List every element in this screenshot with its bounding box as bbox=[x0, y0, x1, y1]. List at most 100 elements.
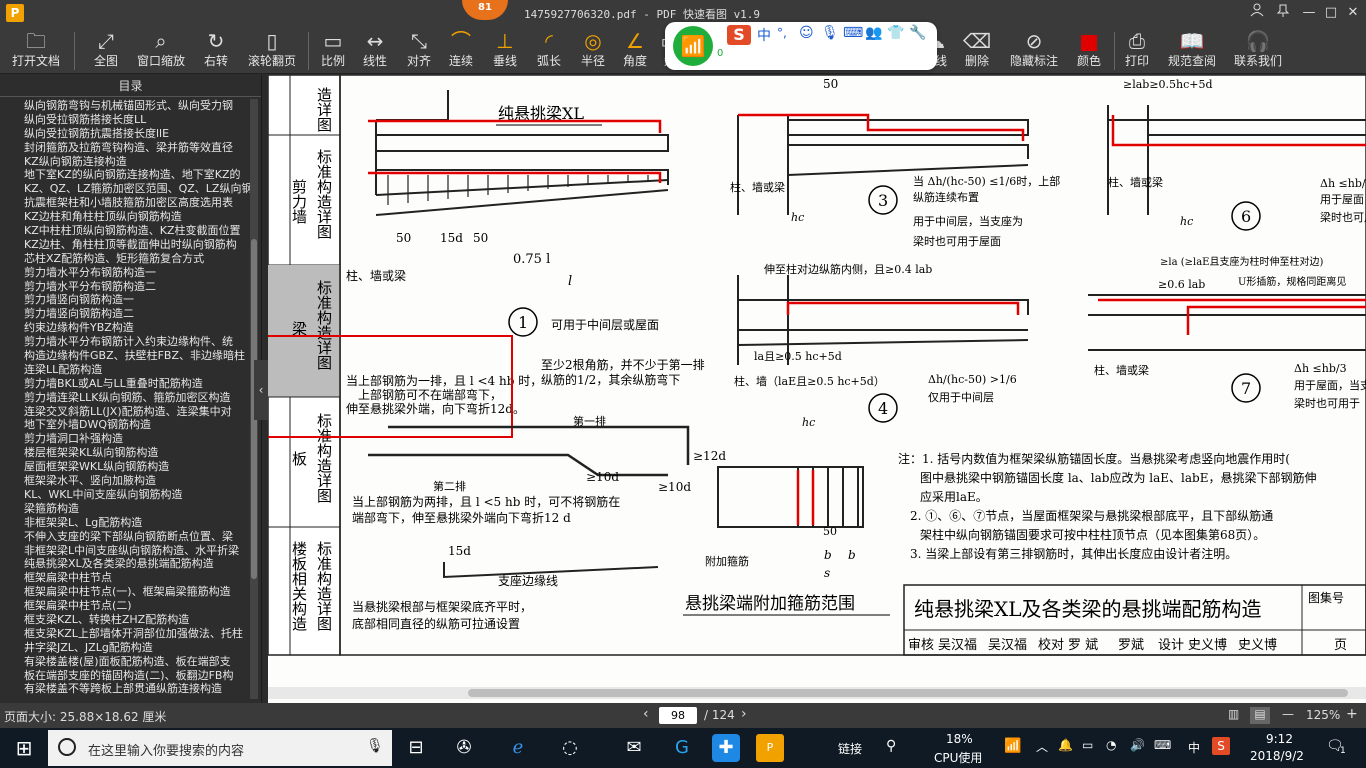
toc-item[interactable]: 剪力墙竖向钢筋构造二 bbox=[0, 307, 250, 321]
zoom-in-button[interactable]: + bbox=[1346, 706, 1358, 722]
wifi-tray-icon[interactable]: 📶 bbox=[1004, 738, 1021, 754]
toc-item[interactable]: 剪力墙连梁LLK纵向钢筋、箍筋加密区构造 bbox=[0, 391, 250, 405]
bell-icon[interactable]: 🔔 bbox=[1058, 738, 1073, 752]
toc-item[interactable]: KZ边柱和角柱柱顶纵向钢筋构造 bbox=[0, 210, 250, 224]
close-button[interactable]: ✕ bbox=[1342, 3, 1364, 23]
task-view-icon[interactable]: ⊟ bbox=[402, 734, 430, 762]
angle-button[interactable]: ∠ 角度 bbox=[618, 28, 652, 72]
toc-item[interactable]: 剪力墙洞口补强构造 bbox=[0, 432, 250, 446]
next-page-button[interactable]: › bbox=[741, 706, 747, 722]
toc-item[interactable]: 剪力墙水平分布钢筋构造一 bbox=[0, 266, 250, 280]
toc-item[interactable]: 抗震框架柱和小墙肢箍筋加密区高度选用表 bbox=[0, 196, 250, 210]
windows-start-icon[interactable]: ⊞ bbox=[10, 734, 38, 762]
page-number-input[interactable]: 98 bbox=[659, 707, 697, 724]
toc-item[interactable]: 梁箍筋构造 bbox=[0, 502, 250, 516]
sogou-icon[interactable]: S bbox=[727, 25, 751, 45]
toc-item[interactable]: 剪力墙水平分布钢筋构造二 bbox=[0, 280, 250, 294]
single-page-icon[interactable]: ▥ bbox=[1228, 707, 1239, 721]
align-button[interactable]: ⤡ 对齐 bbox=[402, 28, 436, 72]
toc-item[interactable]: 有梁楼盖不等跨板上部贯通纵筋连接构造 bbox=[0, 682, 250, 696]
collapse-sidebar-button[interactable]: ‹ bbox=[254, 360, 268, 420]
perpendicular-button[interactable]: ⊥ 垂线 bbox=[488, 28, 522, 72]
minimize-button[interactable]: — bbox=[1298, 3, 1320, 23]
volume-icon[interactable]: 🔊 bbox=[1130, 738, 1145, 752]
toc-item[interactable]: 楼层框架梁KL纵向钢筋构造 bbox=[0, 446, 250, 460]
open-doc-button[interactable]: 🗀 打开文档 bbox=[8, 28, 64, 72]
toc-item[interactable]: 纵向钢筋弯钩与机械锚固形式、纵向受力钢 bbox=[0, 99, 250, 113]
network-icon[interactable]: ◔ bbox=[1106, 738, 1116, 752]
app-g-icon[interactable]: G bbox=[668, 734, 696, 762]
link-label[interactable]: 链接 bbox=[838, 740, 862, 757]
toc-item[interactable]: 屋面框架梁WKL纵向钢筋构造 bbox=[0, 460, 250, 474]
taskbar-search[interactable]: 在这里输入你要搜索的内容 🎙 bbox=[48, 730, 392, 766]
scroll-page-button[interactable]: ▯ 滚轮翻页 bbox=[244, 28, 300, 72]
print-button[interactable]: ⎙ 打印 bbox=[1120, 28, 1154, 72]
toc-item[interactable]: 连梁LL配筋构造 bbox=[0, 363, 250, 377]
zoom-out-button[interactable]: — bbox=[1282, 707, 1294, 721]
color-button[interactable]: 颜色 bbox=[1072, 28, 1106, 72]
arc-length-button[interactable]: ◜ 弧长 bbox=[532, 28, 566, 72]
toc-item[interactable]: 框架扁梁中柱节点(一)、框架扁梁箍筋构造 bbox=[0, 585, 250, 599]
delete-button[interactable]: ⌫ 删除 bbox=[960, 28, 994, 72]
toc-item[interactable]: 构造边缘构件GBZ、扶壁柱FBZ、非边缘暗柱 bbox=[0, 349, 250, 363]
browser-icon[interactable]: ◌ bbox=[556, 734, 584, 762]
scale-button[interactable]: ▭ 比例 bbox=[316, 28, 350, 72]
app-cross-icon[interactable]: ✚ bbox=[712, 734, 740, 762]
people-icon[interactable]: 👥 bbox=[865, 25, 882, 41]
notification-badge[interactable]: 81 bbox=[462, 0, 508, 20]
toc-item[interactable]: 纯悬挑梁XL及各类梁的悬挑端配筋构造 bbox=[0, 557, 250, 571]
maximize-button[interactable]: □ bbox=[1320, 3, 1342, 23]
smiley-icon[interactable]: ☺ bbox=[799, 25, 814, 41]
toc-item[interactable]: 井字梁JZL、JZLg配筋构造 bbox=[0, 641, 250, 655]
toc-item[interactable]: 框架扁梁中柱节点 bbox=[0, 571, 250, 585]
wrench-icon[interactable]: 🔧 bbox=[909, 25, 926, 41]
toc-item[interactable]: 纵向受拉钢筋抗震搭接长度llE bbox=[0, 127, 250, 141]
fan-app-icon[interactable]: ✇ bbox=[450, 734, 478, 762]
chevron-up-icon[interactable]: ︿ bbox=[1036, 738, 1048, 755]
keyboard-tray-icon[interactable]: ⌨ bbox=[1154, 738, 1171, 752]
sogou-tray-icon[interactable]: S bbox=[1212, 737, 1230, 755]
ie-icon[interactable]: ℯ bbox=[504, 734, 532, 762]
h-scroll-thumb[interactable] bbox=[468, 689, 1348, 697]
prev-page-button[interactable]: ‹ bbox=[643, 706, 649, 722]
people-icon[interactable]: ⚲ bbox=[886, 738, 896, 754]
pin-icon[interactable] bbox=[1272, 3, 1294, 23]
toc-item[interactable]: 地下室外墙DWQ钢筋构造 bbox=[0, 418, 250, 432]
full-view-button[interactable]: ⤢ 全图 bbox=[86, 28, 126, 72]
toc-item[interactable]: 封闭箍筋及拉筋弯钩构造、梁并筋等效直径 bbox=[0, 141, 250, 155]
continuous-button[interactable]: ⌒ 连续 bbox=[444, 28, 478, 72]
toc-item[interactable]: 剪力墙竖向钢筋构造一 bbox=[0, 293, 250, 307]
toc-item[interactable]: 非框架梁L、Lg配筋构造 bbox=[0, 516, 250, 530]
toc-item[interactable]: 不伸入支座的梁下部纵向钢筋断点位置、梁 bbox=[0, 530, 250, 544]
window-zoom-button[interactable]: ⌕ 窗口缩放 bbox=[134, 28, 188, 72]
contact-button[interactable]: 🎧 联系我们 bbox=[1230, 28, 1286, 72]
linear-button[interactable]: ↔ 线性 bbox=[358, 28, 392, 72]
toc-item[interactable]: KL、WKL中间支座纵向钢筋构造 bbox=[0, 488, 250, 502]
person-icon[interactable] bbox=[1246, 3, 1268, 23]
continuous-page-icon[interactable]: ▤ bbox=[1250, 707, 1270, 724]
toc-item[interactable]: 有梁楼盖楼(屋)面板配筋构造、板在端部支 bbox=[0, 655, 250, 669]
toc-item[interactable]: 框支梁KZL、转换柱ZHZ配筋构造 bbox=[0, 613, 250, 627]
toc-item[interactable]: 框架扁梁中柱节点(二) bbox=[0, 599, 250, 613]
toc-item[interactable]: KZ边柱、角柱柱顶等截面伸出时纵向钢筋构 bbox=[0, 238, 250, 252]
toc-item[interactable]: 芯柱XZ配筋构造、矩形箍筋复合方式 bbox=[0, 252, 250, 266]
radius-button[interactable]: ◎ 半径 bbox=[576, 28, 610, 72]
toc-item[interactable]: 框架梁水平、竖向加腋构造 bbox=[0, 474, 250, 488]
ime-tray[interactable]: 中 bbox=[1188, 739, 1200, 756]
microphone-icon[interactable]: 🎙 bbox=[366, 738, 384, 754]
pdf-page[interactable]: 造详图 剪力墙 标准构造详图 梁 标准构造详图 板 标准构造详图 楼板相关构造 … bbox=[268, 75, 1366, 703]
pdf-app-icon[interactable]: P bbox=[756, 734, 784, 762]
rotate-right-button[interactable]: ↻ 右转 bbox=[196, 28, 236, 72]
shirt-icon[interactable]: 👕 bbox=[887, 25, 904, 41]
toc-item[interactable]: 剪力墙水平分布钢筋计入约束边缘构件、统 bbox=[0, 335, 250, 349]
toc-item[interactable]: 框支梁KZL上部墙体开洞部位加强做法、托柱 bbox=[0, 627, 250, 641]
spec-query-button[interactable]: 📖 规范查阅 bbox=[1164, 28, 1220, 72]
toc-item[interactable]: 板在端部支座的锚固构造(二)、板翻边FB构 bbox=[0, 669, 250, 683]
toc-item[interactable]: 地下室KZ的纵向钢筋连接构造、地下室KZ的 bbox=[0, 168, 250, 182]
hide-annotation-button[interactable]: ⊘ 隐藏标注 bbox=[1004, 28, 1064, 72]
wifi-icon[interactable]: 📶 bbox=[673, 26, 713, 66]
toc-item[interactable]: 剪力墙BKL或AL与LL重叠时配筋构造 bbox=[0, 377, 250, 391]
toc-item[interactable]: KZ、QZ、LZ箍筋加密区范围、QZ、LZ纵向钢 bbox=[0, 182, 250, 196]
microphone-icon[interactable]: 🎙 bbox=[821, 25, 839, 41]
ime-mode[interactable]: 中 bbox=[757, 25, 771, 45]
